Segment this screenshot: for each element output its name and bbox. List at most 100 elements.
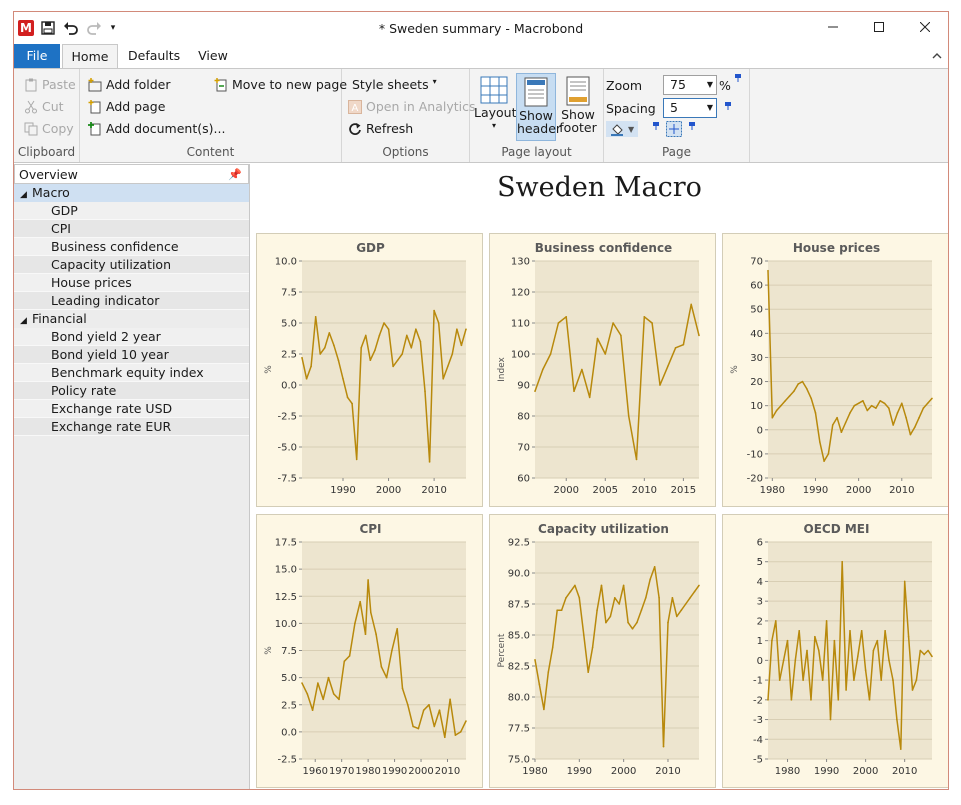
data-point [322,698,324,701]
add-documents-button[interactable]: Add document(s)... [88,121,225,136]
tree-item[interactable]: Capacity utilization [14,256,249,274]
data-point [609,615,612,618]
move-to-new-page-button[interactable]: Move to new page [214,77,347,92]
tree-item[interactable]: GDP [14,202,249,220]
spacing-select[interactable]: 5 ▼ [663,98,717,118]
close-icon[interactable] [902,12,948,42]
style-sheets-dropdown[interactable]: Style sheets ▾ [352,77,437,92]
document-page: Sweden Macro GDP 10.0 7.5 5.0 2.5 0.0 -2.5 -5.0… [251,164,948,789]
data-point [627,621,629,624]
data-point [927,649,929,652]
show-header-button[interactable]: Show header [516,73,561,141]
data-point [635,458,638,461]
tab-home[interactable]: Home [62,44,118,69]
tree-folder-financial[interactable]: ◢ Financial [14,310,249,328]
zoom-select[interactable]: 75 ▼ [663,75,717,95]
data-point [560,609,563,611]
data-point [401,353,404,355]
tree-item[interactable]: Exchange rate EUR [14,418,249,436]
chevron-down-icon: ▾ [491,121,496,130]
data-point [534,390,536,392]
data-point [538,683,541,686]
data-point [369,359,372,361]
tree-item[interactable]: Bond yield 2 year [14,328,249,346]
show-footer-button[interactable]: Show footer [558,73,598,141]
tree-item[interactable]: CPI [14,220,249,238]
copy-button[interactable]: Copy [24,121,74,136]
chart-card[interactable]: GDP 10.0 7.5 5.0 2.5 0.0 -2.5 -5.0 -7.5 1990 2000 2… [256,233,483,507]
pin-fill-icon[interactable] [652,121,661,130]
data-point [428,703,430,706]
chart-card[interactable]: House prices 70 60 50 40 30 20 10 0 -10 -20 1980 199… [722,233,948,507]
data-point [821,679,824,681]
pin-icon[interactable]: 📌 [228,165,242,185]
chart-card[interactable]: CPI 17.5 15.0 12.5 10.0 7.5 5.0 2.5 0.0 -2.5 1960 1… [256,514,483,788]
refresh-button[interactable]: Refresh [348,121,413,136]
data-point [868,699,871,701]
chart-title: Business confidence [535,241,672,255]
chart-card[interactable]: Business confidence 130 120 110 100 90 80 70 60 2… [489,233,716,507]
open-in-analytics-button[interactable]: A Open in Analytics [348,99,476,114]
y-tick-label: 6 [757,538,763,549]
layout-button[interactable]: Layout ▾ [474,73,517,141]
paste-label: Paste [42,77,76,92]
tab-view[interactable]: View [196,44,230,68]
data-point [465,328,467,330]
chevron-down-icon: ▼ [628,124,635,134]
data-point [337,359,340,361]
data-point [907,635,910,638]
pin-spacing-icon[interactable] [724,101,733,110]
y-tick-label: 82.5 [508,662,530,673]
tab-file[interactable]: File [14,44,60,68]
y-tick-label: 0.0 [281,381,297,392]
x-tick-label: 1970 [329,766,354,777]
add-page-button[interactable]: Add page [88,99,165,114]
data-point [801,380,804,383]
pin-zoom-icon[interactable] [734,73,743,82]
data-point [823,460,825,462]
tree-item[interactable]: House prices [14,274,249,292]
chart-card[interactable]: OECD MEI 6 5 4 3 2 1 0 -1 -2 -3 -4 -5 1980 1990 2000 201… [722,514,948,788]
data-point [557,322,560,324]
tab-defaults[interactable]: Defaults [128,44,180,68]
add-folder-label: Add folder [106,77,171,92]
tree-item[interactable]: Leading indicator [14,292,249,310]
tree-folder-macro[interactable]: ◢ Macro [14,184,249,202]
chart-card[interactable]: Capacity utilization 92.5 90.0 87.5 85.0 82.5… [489,514,716,788]
y-tick-label: -20 [747,474,763,485]
data-point [378,334,381,337]
add-documents-label: Add document(s)... [106,121,226,136]
tree-item[interactable]: Policy rate [14,382,249,400]
data-point [380,665,383,668]
content-group: Add folder Add page Add document(s)... M… [80,69,347,162]
data-point [775,620,777,622]
data-point [860,629,863,632]
fill-color-dropdown[interactable]: ▼ [606,121,639,137]
minimize-icon[interactable] [810,12,856,42]
add-page-icon [88,99,102,114]
data-point [817,649,820,652]
data-point [354,622,356,625]
y-tick-label: 70 [517,443,530,454]
data-point [837,699,840,701]
data-point [903,580,906,583]
cut-button[interactable]: Cut [24,99,64,114]
data-point [896,718,898,721]
refresh-label: Refresh [366,121,414,136]
maximize-icon[interactable] [856,12,902,42]
pin-margins-icon[interactable] [688,121,697,130]
collapse-ribbon-icon[interactable] [932,49,942,63]
overview-tree: ◢ Macro GDP CPI Business confidence Capacity … [14,184,249,436]
data-point [909,433,912,436]
add-folder-button[interactable]: Add folder [88,77,170,92]
tree-item[interactable]: Exchange rate USD [14,400,249,418]
tree-item[interactable]: Business confidence [14,238,249,256]
tree-item[interactable]: Bond yield 10 year [14,346,249,364]
data-point [569,590,572,593]
add-document-icon [88,121,102,136]
x-tick-label: 1980 [522,766,547,777]
tree-item[interactable]: Benchmark equity index [14,364,249,382]
margins-icon[interactable] [666,121,682,137]
data-point [374,349,376,352]
paste-button[interactable]: Paste [24,77,76,92]
